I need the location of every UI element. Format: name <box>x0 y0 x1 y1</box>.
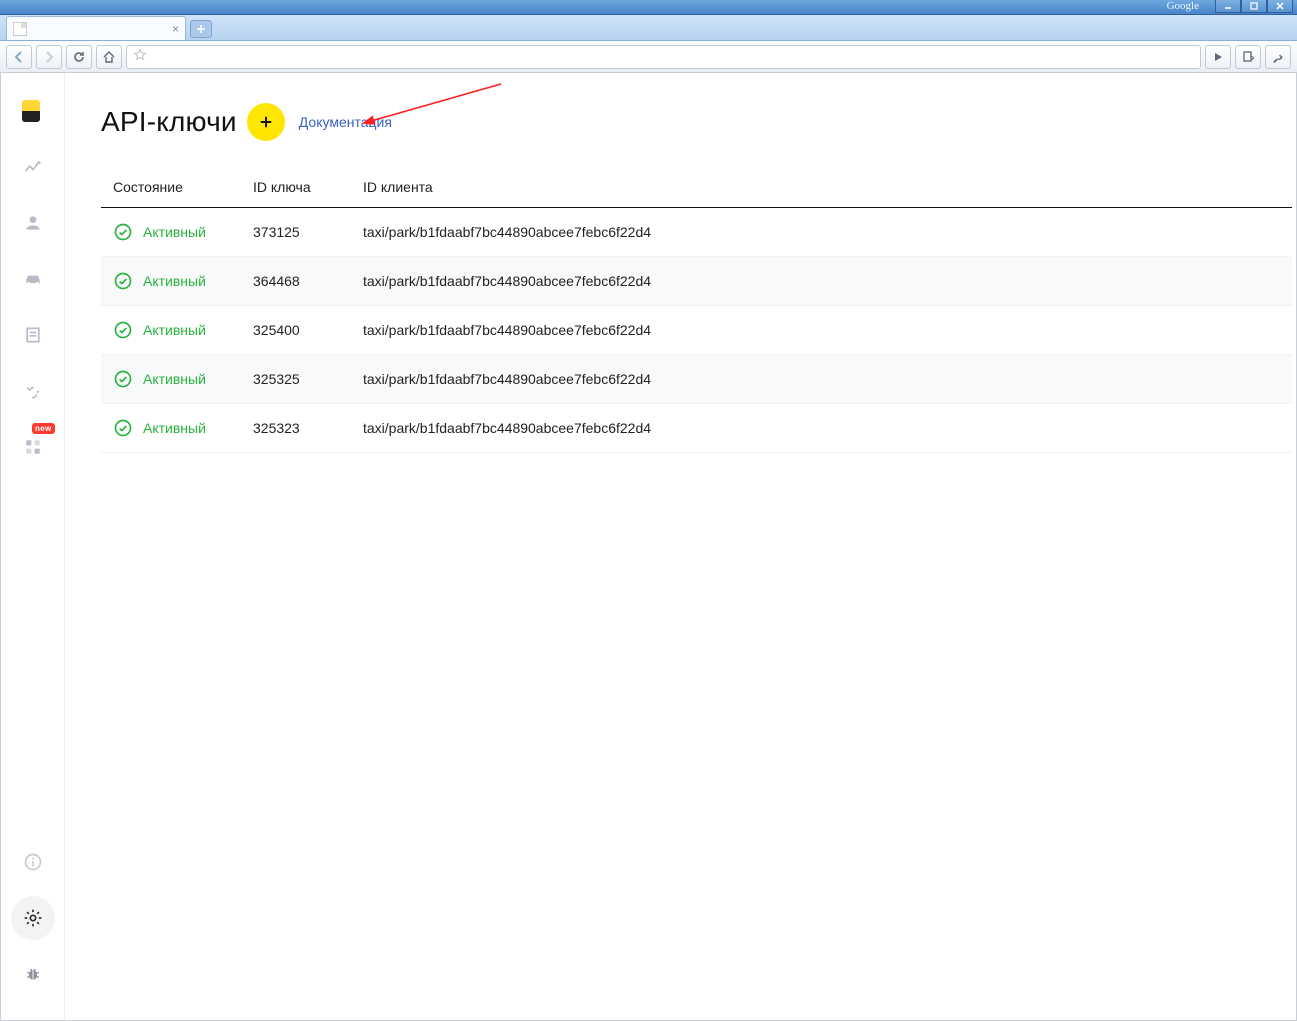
tab-close-icon[interactable]: × <box>172 22 179 36</box>
app-sidebar: new <box>1 73 65 1020</box>
chart-line-icon <box>23 157 43 177</box>
app-logo-icon <box>22 100 44 122</box>
status-label: Активный <box>143 420 206 436</box>
key-id-cell: 373125 <box>241 208 351 257</box>
document-icon <box>23 325 43 345</box>
sidebar-item-integrations[interactable] <box>1 363 65 419</box>
check-circle-icon <box>113 369 133 389</box>
status-label: Активный <box>143 224 206 240</box>
key-id-cell: 325400 <box>241 306 351 355</box>
sidebar-item-apps[interactable]: new <box>1 419 65 475</box>
sidebar-item-info[interactable] <box>1 834 65 890</box>
client-id-cell: taxi/park/b1fdaabf7bc44890abcee7febc6f22… <box>351 404 1292 453</box>
sidebar-item-vehicles[interactable] <box>1 251 65 307</box>
client-id-cell: taxi/park/b1fdaabf7bc44890abcee7febc6f22… <box>351 208 1292 257</box>
sidebar-item-documents[interactable] <box>1 307 65 363</box>
new-tab-button[interactable] <box>190 20 212 38</box>
check-circle-icon <box>113 222 133 242</box>
grid-icon <box>23 437 43 457</box>
table-row[interactable]: Активный 325400taxi/park/b1fdaabf7bc44890… <box>101 306 1292 355</box>
tab-favicon-icon <box>13 22 27 36</box>
page-viewport: new API-ключи Документация <box>0 73 1297 1021</box>
url-bar[interactable] <box>126 45 1201 69</box>
status-label: Активный <box>143 322 206 338</box>
status-label: Активный <box>143 371 206 387</box>
column-header-state[interactable]: Состояние <box>101 169 241 208</box>
client-id-cell: taxi/park/b1fdaabf7bc44890abcee7febc6f22… <box>351 355 1292 404</box>
info-icon <box>23 852 43 872</box>
browser-tab[interactable]: × <box>6 16 186 40</box>
window-titlebar: Google <box>0 0 1297 15</box>
tab-strip: × <box>0 15 1297 41</box>
sidebar-item-settings[interactable] <box>1 890 65 946</box>
key-id-cell: 325325 <box>241 355 351 404</box>
check-circle-icon <box>113 271 133 291</box>
nav-back-button[interactable] <box>6 45 32 69</box>
page-header: API-ключи Документация <box>101 103 1296 141</box>
wrench-menu-button[interactable] <box>1265 45 1291 69</box>
sidebar-item-debug[interactable] <box>1 946 65 1002</box>
url-input[interactable] <box>153 49 1194 64</box>
key-id-cell: 325323 <box>241 404 351 453</box>
column-header-clientid[interactable]: ID клиента <box>351 169 1292 208</box>
key-id-cell: 364468 <box>241 257 351 306</box>
api-keys-table: Состояние ID ключа ID клиента Активный 37… <box>101 169 1292 453</box>
bookmark-star-icon[interactable] <box>133 48 147 65</box>
nav-forward-button[interactable] <box>36 45 62 69</box>
table-row[interactable]: Активный 373125taxi/park/b1fdaabf7bc44890… <box>101 208 1292 257</box>
main-content: API-ключи Документация Состояние ID ключ… <box>65 73 1296 1020</box>
annotation-arrow-icon <box>361 79 521 139</box>
new-badge: new <box>32 423 54 434</box>
client-id-cell: taxi/park/b1fdaabf7bc44890abcee7febc6f22… <box>351 306 1292 355</box>
window-maximize-button[interactable] <box>1241 0 1267 13</box>
page-title: API-ключи <box>101 106 237 138</box>
sidebar-item-users[interactable] <box>1 195 65 251</box>
browser-brand-label: Google <box>1167 0 1199 12</box>
car-icon <box>23 269 43 289</box>
check-circle-icon <box>113 418 133 438</box>
table-row[interactable]: Активный 364468taxi/park/b1fdaabf7bc44890… <box>101 257 1292 306</box>
sidebar-item-analytics[interactable] <box>1 139 65 195</box>
table-row[interactable]: Активный 325323taxi/park/b1fdaabf7bc44890… <box>101 404 1292 453</box>
browser-toolbar <box>0 41 1297 73</box>
nav-reload-button[interactable] <box>66 45 92 69</box>
add-api-key-button[interactable] <box>247 103 285 141</box>
check-circle-icon <box>113 320 133 340</box>
sidebar-logo[interactable] <box>1 83 65 139</box>
user-icon <box>23 213 43 233</box>
window-minimize-button[interactable] <box>1215 0 1241 13</box>
play-button[interactable] <box>1205 45 1231 69</box>
column-header-keyid[interactable]: ID ключа <box>241 169 351 208</box>
table-row[interactable]: Активный 325325taxi/park/b1fdaabf7bc44890… <box>101 355 1292 404</box>
status-label: Активный <box>143 273 206 289</box>
bug-icon <box>23 964 43 984</box>
window-controls <box>1215 0 1293 13</box>
window-close-button[interactable] <box>1267 0 1293 13</box>
nav-home-button[interactable] <box>96 45 122 69</box>
link-icon <box>23 381 43 401</box>
documentation-link[interactable]: Документация <box>299 114 392 130</box>
page-actions-button[interactable] <box>1235 45 1261 69</box>
gear-icon <box>23 908 43 928</box>
client-id-cell: taxi/park/b1fdaabf7bc44890abcee7febc6f22… <box>351 257 1292 306</box>
plus-icon <box>257 113 275 131</box>
